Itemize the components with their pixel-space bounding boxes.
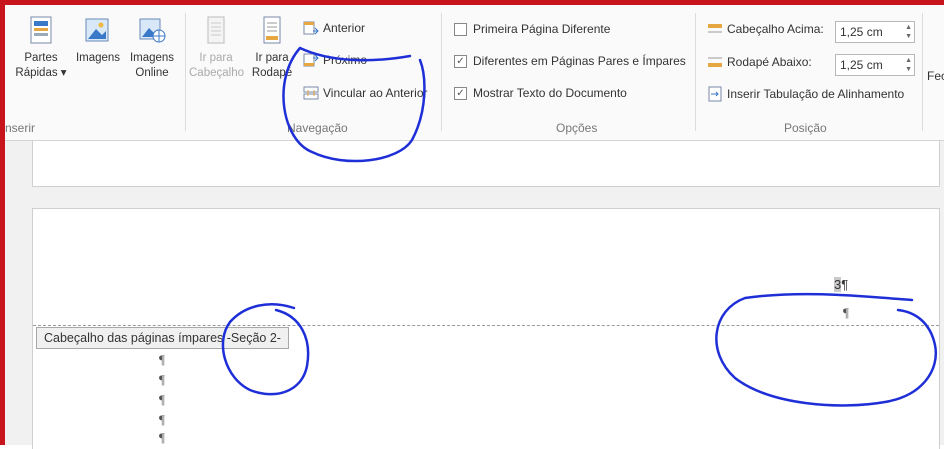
header-top-row: Cabeçalho Acima: [707, 22, 824, 36]
footer-bottom-value: 1,25 cm [840, 58, 883, 72]
header-boundary-line [33, 325, 939, 326]
position-group-label: Posição [784, 121, 827, 135]
online-pictures-label-1: Imagens [129, 52, 175, 64]
pilcrow-mark: ¶ [843, 305, 849, 320]
group-divider [185, 13, 186, 131]
online-pictures-label-2: Online [135, 67, 169, 79]
previous-section-icon [303, 21, 319, 35]
link-to-previous-label: Vincular ao Anterior [323, 86, 428, 100]
pictures-label: Imagens [75, 52, 121, 64]
quick-parts-button[interactable]: Partes Rápidas ▾ [15, 15, 67, 81]
pilcrow-mark: ¶ [159, 372, 165, 387]
show-document-text-label: Mostrar Texto do Documento [473, 86, 627, 100]
show-document-text-checkbox[interactable]: ✓ Mostrar Texto do Documento [454, 86, 627, 100]
goto-footer-icon [258, 15, 286, 45]
pilcrow-mark: ¶ [159, 430, 165, 445]
goto-header-label-1: Ir para [199, 52, 233, 64]
pilcrow-mark: ¶ [159, 352, 165, 367]
previous-label: Anterior [323, 21, 366, 35]
footer-bottom-label: Rodapé Abaixo: [727, 55, 812, 69]
insert-alignment-tab-button[interactable]: Inserir Tabulação de Alinhamento [707, 86, 904, 102]
goto-footer-label-1: Ir para [255, 52, 289, 64]
different-odd-even-checkbox[interactable]: ✓ Diferentes em Páginas Pares e Ímpares [454, 54, 686, 68]
quick-parts-icon [27, 15, 55, 45]
different-first-page-label: Primeira Página Diferente [473, 22, 611, 36]
different-odd-even-label: Diferentes em Páginas Pares e Ímpares [473, 54, 686, 68]
pictures-button[interactable]: Imagens [71, 15, 125, 66]
checkmark-icon: ✓ [454, 54, 467, 68]
different-first-page-checkbox[interactable]: Primeira Página Diferente [454, 22, 610, 36]
footer-position-icon [708, 57, 722, 67]
insert-group-label: nserir [5, 121, 36, 135]
checkmark-icon: ✓ [454, 86, 467, 100]
next-button[interactable]: Próximo [303, 53, 367, 67]
checkbox-box [454, 22, 467, 36]
footer-bottom-row: Rodapé Abaixo: [707, 55, 812, 69]
header-position-icon [708, 24, 722, 33]
group-divider [695, 13, 696, 131]
footer-bottom-input[interactable]: 1,25 cm ▲ ▼ [835, 54, 915, 76]
header-top-value: 1,25 cm [840, 25, 883, 39]
goto-header-label-2: Cabeçalho [189, 67, 244, 79]
alignment-tab-icon [708, 86, 722, 102]
close-header-footer-partial[interactable]: Fec [927, 69, 944, 83]
online-pictures-button[interactable]: Imagens Online [127, 15, 177, 81]
goto-footer-button[interactable]: Ir para Rodapé [249, 15, 295, 81]
insert-alignment-tab-label: Inserir Tabulação de Alinhamento [727, 87, 905, 101]
goto-header-icon [202, 15, 230, 45]
group-divider [441, 13, 442, 131]
header-section-tag: Cabeçalho das páginas ímpares -Seção 2- [36, 327, 289, 349]
page-number-field[interactable]: 3¶ [834, 277, 848, 292]
goto-header-button[interactable]: Ir para Cabeçalho [189, 15, 244, 81]
group-divider [922, 13, 923, 131]
spinner-arrows-icon[interactable]: ▲ ▼ [905, 23, 912, 41]
link-to-previous-button[interactable]: Vincular ao Anterior [303, 86, 428, 100]
quick-parts-label-1: Partes [24, 52, 58, 64]
pilcrow-mark: ¶ [159, 412, 165, 427]
ribbon: Partes Rápidas ▾ Imagens Imagens Online … [5, 5, 944, 141]
next-section-icon [303, 53, 319, 67]
navigation-group-label: Navegação [287, 121, 348, 135]
previous-page-bottom [32, 141, 940, 187]
next-label: Próximo [323, 53, 368, 67]
pilcrow-mark: ¶ [159, 392, 165, 407]
quick-parts-label-2: Rápidas ▾ [15, 67, 67, 79]
spinner-arrows-icon[interactable]: ▲ ▼ [905, 56, 912, 74]
pilcrow-mark: ¶ [841, 277, 849, 292]
options-group-label: Opções [556, 121, 598, 135]
header-top-label: Cabeçalho Acima: [727, 22, 824, 36]
online-pictures-icon [138, 15, 166, 45]
goto-footer-label-2: Rodapé [251, 67, 293, 79]
link-to-previous-icon [303, 86, 319, 100]
previous-button[interactable]: Anterior [303, 21, 365, 35]
pictures-icon [84, 15, 112, 45]
header-top-input[interactable]: 1,25 cm ▲ ▼ [835, 21, 915, 43]
